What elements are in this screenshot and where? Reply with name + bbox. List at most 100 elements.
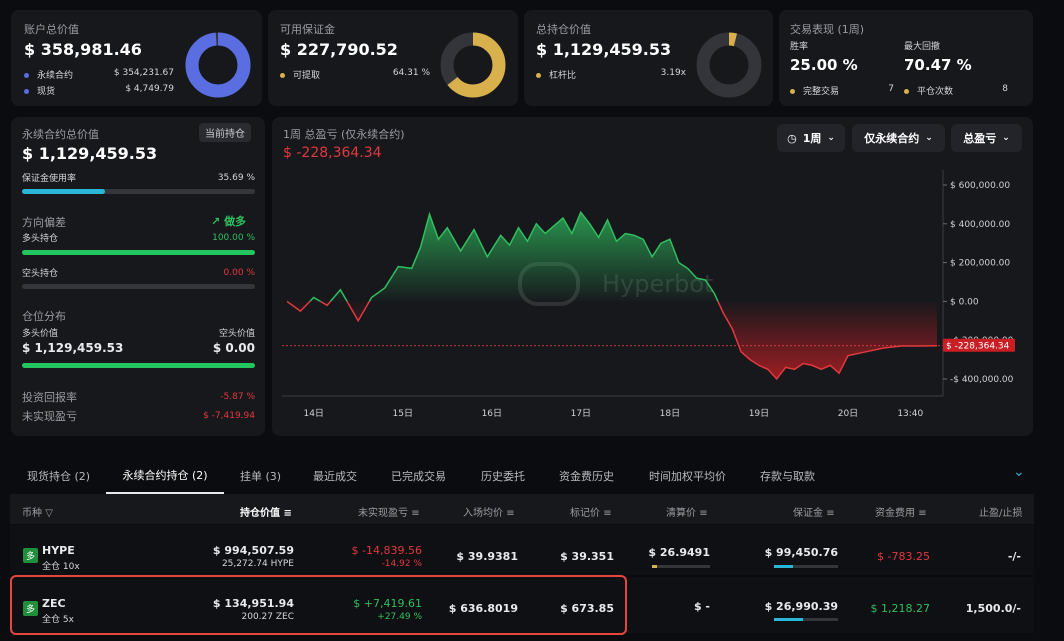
y-tick-label: -$ 400,000.00 bbox=[950, 375, 1014, 385]
long-value-label: 多头价值 bbox=[22, 329, 59, 339]
bias-label: 方向偏差 bbox=[22, 216, 66, 229]
tab-spot-positions[interactable]: 现货持仓 (2) bbox=[27, 458, 90, 494]
collapse-chevron-icon[interactable]: ⌄ bbox=[1013, 464, 1025, 480]
col-mark[interactable]: 标记价 ≡ bbox=[570, 504, 612, 519]
metric-label: 总盈亏 bbox=[963, 132, 997, 145]
tpsl[interactable]: -/- bbox=[1008, 550, 1021, 563]
donut-track bbox=[696, 32, 762, 98]
position-qty: 200.27 ZEC bbox=[241, 612, 295, 622]
leverage-value: 3.19x bbox=[660, 68, 686, 78]
col-funding[interactable]: 资金费用 ≡ bbox=[875, 504, 927, 519]
short-value-label: 空头价值 bbox=[218, 329, 255, 339]
liq-distance-bar bbox=[652, 565, 710, 568]
position-value: $ 134,951.94 bbox=[212, 597, 294, 610]
pnl-area-chart: Hyperbot $ 600,000.00$ 400,000.00$ 200,0… bbox=[282, 170, 1015, 419]
metric-dropdown[interactable]: 总盈亏 ⌄ bbox=[951, 124, 1022, 152]
liq-price: $ - bbox=[693, 600, 710, 613]
col-mark-label: 标记价 bbox=[570, 508, 600, 519]
close-dot-icon bbox=[904, 89, 909, 94]
col-liq-label: 清算价 bbox=[666, 508, 696, 519]
trades-dot-icon bbox=[790, 89, 795, 94]
period-dropdown[interactable]: ◷ 1周 ⌄ bbox=[777, 124, 845, 152]
liq-price: $ 26.9491 bbox=[648, 546, 710, 559]
position-qty: 25,272.74 HYPE bbox=[221, 559, 294, 569]
tab-completed-trades[interactable]: 已完成交易 bbox=[391, 458, 446, 494]
winrate-value: 25.00 % bbox=[790, 56, 858, 74]
mark-price: $ 39.351 bbox=[560, 550, 614, 563]
clock-icon: ◷ bbox=[787, 131, 797, 145]
short-pct: 0.00 % bbox=[223, 267, 255, 278]
performance-card: 交易表现 (1周) 胜率 25.00 % 最大回撤 70.47 % 完整交易 7 … bbox=[779, 10, 1033, 106]
withdraw-value: 64.31 % bbox=[392, 68, 430, 78]
sort-icon: ≡ bbox=[283, 508, 292, 519]
col-liq[interactable]: 清算价 ≡ bbox=[666, 504, 708, 519]
long-side-badge: 多 bbox=[23, 548, 38, 563]
drawdown-value: 70.47 % bbox=[904, 56, 972, 74]
tab-recent-fills[interactable]: 最近成交 bbox=[313, 458, 357, 494]
roi-label: 投资回报率 bbox=[22, 391, 77, 404]
long-side-badge: 多 bbox=[23, 601, 38, 616]
col-funding-label: 资金费用 bbox=[875, 508, 915, 519]
long-pct: 100.00 % bbox=[212, 232, 255, 243]
upnl-pct: -14.92 % bbox=[381, 559, 422, 569]
tab-deposits-withdrawals[interactable]: 存款与取款 bbox=[760, 458, 815, 494]
upnl: $ +7,419.61 bbox=[353, 597, 422, 610]
chevron-down-icon: ⌄ bbox=[827, 133, 835, 143]
coin-name[interactable]: HYPE bbox=[42, 544, 75, 557]
col-coin[interactable]: 币种 ▽ bbox=[22, 504, 53, 519]
margin-usage-bar bbox=[22, 189, 255, 194]
col-margin[interactable]: 保证金 ≡ bbox=[793, 504, 835, 519]
chevron-down-icon: ⌄ bbox=[1002, 133, 1010, 143]
distribution-bar bbox=[22, 363, 255, 368]
account-donut-icon bbox=[185, 32, 251, 98]
long-label: 多头持仓 bbox=[22, 234, 59, 244]
x-tick-label: 16日 bbox=[482, 408, 502, 419]
spot-value: $ 4,749.79 bbox=[125, 84, 174, 94]
col-tpsl[interactable]: 止盈/止损 bbox=[979, 504, 1022, 519]
perp-value: $ 354,231.67 bbox=[113, 68, 174, 78]
tab-perp-positions[interactable]: 永续合约持仓 (2) bbox=[106, 458, 224, 494]
tab-funding-history[interactable]: 资金费历史 bbox=[559, 458, 614, 494]
leverage-dot-icon bbox=[536, 73, 541, 78]
long-bar bbox=[22, 250, 255, 255]
margin-usage-label: 保证金使用率 bbox=[22, 174, 77, 184]
perp-total-title: 永续合约总价值 bbox=[22, 128, 99, 141]
tab-open-orders[interactable]: 挂单 (3) bbox=[240, 458, 281, 494]
withdraw-dot-icon bbox=[280, 73, 285, 78]
funding-fee: $ 1,218.27 bbox=[870, 602, 930, 615]
chevron-down-icon: ⌄ bbox=[925, 133, 933, 143]
entry-price: $ 636.8019 bbox=[448, 602, 518, 615]
col-entry-label: 入场均价 bbox=[463, 508, 503, 519]
margin-ratio-bar bbox=[774, 618, 838, 621]
chart-title: 1周 总盈亏 (仅永续合约) bbox=[283, 128, 405, 141]
chart-total-value: $ -228,364.34 bbox=[283, 145, 382, 161]
trades-value: 7 bbox=[888, 84, 894, 94]
upnl: $ -14,839.56 bbox=[351, 544, 422, 557]
tab-twap[interactable]: 时间加权平均价 bbox=[649, 458, 726, 494]
sort-icon: ≡ bbox=[411, 508, 420, 519]
sort-icon: ≡ bbox=[826, 508, 835, 519]
col-coin-label: 币种 bbox=[22, 508, 42, 519]
x-tick-label: 20日 bbox=[838, 408, 858, 419]
drawdown-label: 最大回撤 bbox=[904, 42, 941, 52]
y-tick-label: $ 200,000.00 bbox=[950, 259, 1010, 269]
y-tick-label: $ 400,000.00 bbox=[950, 220, 1010, 230]
col-position-value[interactable]: 持仓价值 ≡ bbox=[240, 504, 292, 519]
tpsl[interactable]: 1,500.0/- bbox=[966, 602, 1021, 615]
performance-title: 交易表现 (1周) bbox=[790, 23, 865, 36]
account-value-card: 账户总价值 $ 358,981.46 永续合约 $ 354,231.67 现货 $ … bbox=[11, 10, 262, 106]
filter-icon[interactable]: ▽ bbox=[45, 508, 53, 519]
margin-ratio-bar bbox=[774, 565, 838, 568]
margin-usage-value: 35.69 % bbox=[217, 172, 255, 183]
position-value: $ 994,507.59 bbox=[212, 544, 294, 557]
close-value: 8 bbox=[1002, 84, 1008, 94]
roi-value: -5.87 % bbox=[220, 392, 255, 402]
entry-price: $ 39.9381 bbox=[456, 550, 518, 563]
current-position-badge[interactable]: 当前持仓 bbox=[199, 123, 251, 142]
scope-dropdown[interactable]: 仅永续合约 ⌄ bbox=[852, 124, 945, 152]
coin-name[interactable]: ZEC bbox=[42, 597, 66, 610]
spot-dot-icon bbox=[24, 89, 29, 94]
col-upnl[interactable]: 未实现盈亏 ≡ bbox=[358, 504, 420, 519]
col-entry[interactable]: 入场均价 ≡ bbox=[463, 504, 515, 519]
tab-order-history[interactable]: 历史委托 bbox=[481, 458, 525, 494]
